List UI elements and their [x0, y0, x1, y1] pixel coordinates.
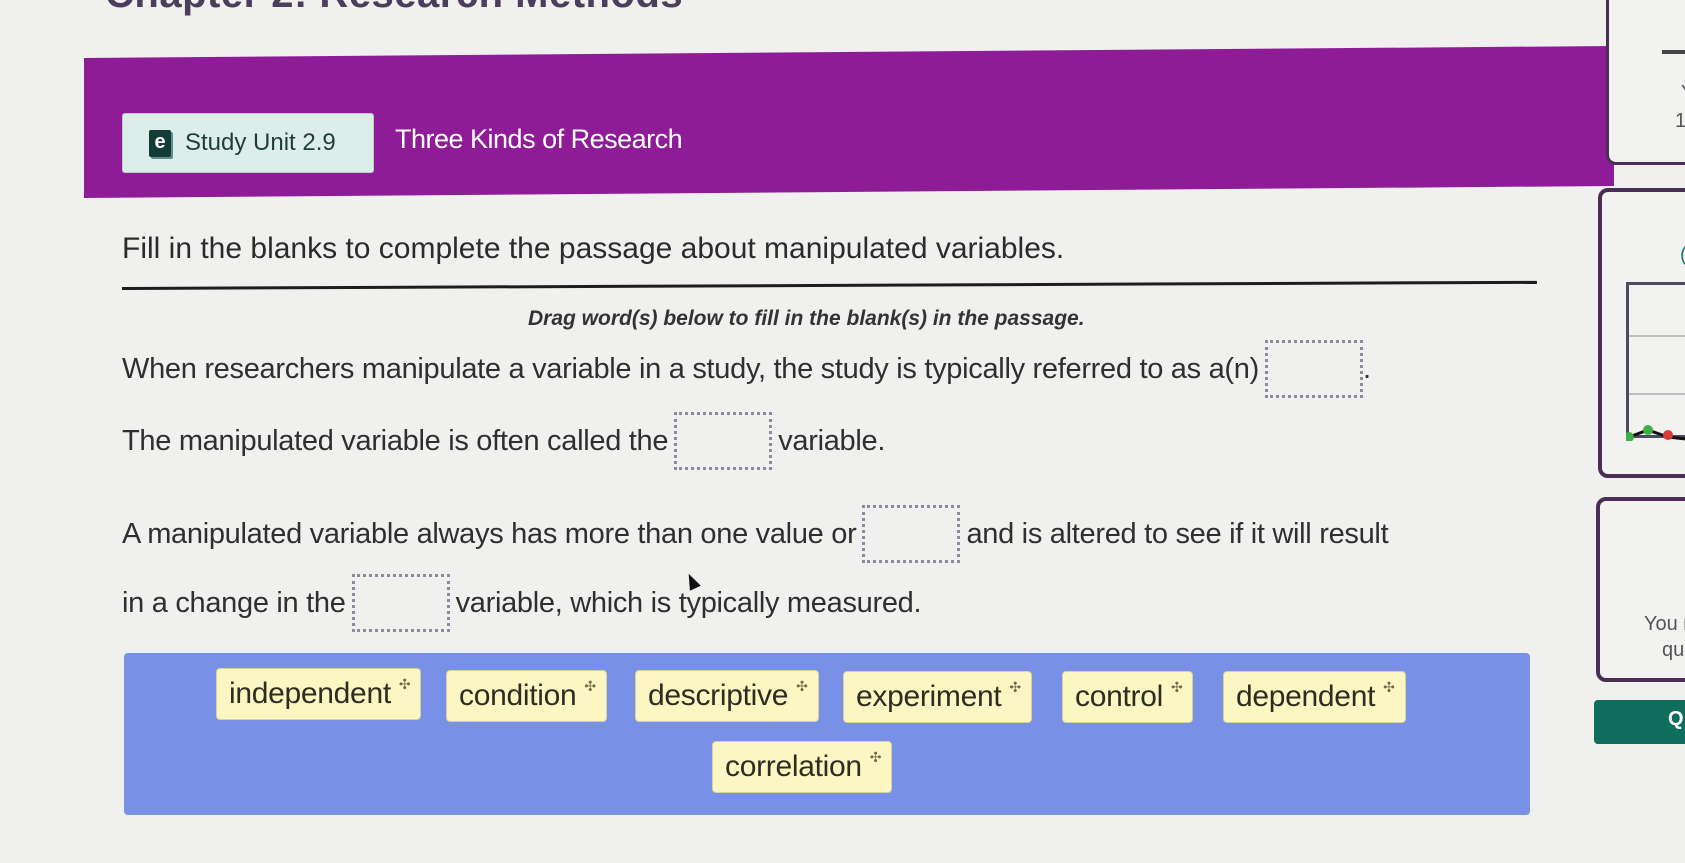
passage-text: . — [1362, 352, 1371, 385]
chip-label: dependent — [1236, 680, 1376, 713]
chapter-title: Chapter 2: Research Methods — [105, 0, 683, 17]
unit-title: Three Kinds of Research — [395, 124, 683, 154]
chart-point — [1626, 432, 1634, 441]
move-icon: ✣ — [584, 678, 596, 694]
sidebar-message-card: You r qu — [1596, 497, 1685, 682]
mini-progress-chart — [1626, 282, 1685, 441]
chip-label: independent — [229, 677, 391, 710]
page: Chapter 2: Research Methods e Study Unit… — [0, 0, 1685, 863]
chart-line — [1628, 428, 1685, 441]
blank-4-dropzone[interactable] — [351, 574, 450, 632]
passage-text: variable. — [778, 424, 886, 457]
passage-line-3: A manipulated variable always has more t… — [122, 505, 1389, 563]
passage-text: The manipulated variable is often called… — [122, 424, 669, 457]
chip-label: descriptive — [648, 679, 789, 712]
blank-3-dropzone[interactable] — [862, 505, 961, 563]
sidebar-top-card: Y 10 — [1606, 0, 1685, 165]
message-line-1: You r — [1644, 613, 1685, 635]
chip-label: experiment — [856, 680, 1002, 713]
word-chip-independent[interactable]: independent ✣ — [216, 668, 422, 720]
passage-text: A manipulated variable always has more t… — [122, 517, 857, 550]
ebook-icon: e — [149, 129, 171, 157]
sidebar-top-text: Y — [1681, 82, 1685, 105]
chip-label: correlation — [725, 750, 862, 783]
mini-chart-svg — [1626, 425, 1685, 441]
passage-text: When researchers manipulate a variable i… — [122, 352, 1259, 385]
chip-label: condition — [459, 679, 577, 712]
passage-line-2: The manipulated variable is often called… — [122, 412, 885, 470]
move-icon: ✣ — [1383, 679, 1395, 695]
sidebar-minimize-icon[interactable] — [1662, 50, 1685, 54]
word-chip-experiment[interactable]: experiment ✣ — [843, 671, 1032, 723]
study-unit-badge[interactable]: e Study Unit 2.9 — [122, 113, 374, 173]
move-icon: ✣ — [869, 749, 882, 765]
study-unit-label: Study Unit 2.9 — [185, 129, 336, 156]
move-icon: ✣ — [1009, 679, 1021, 695]
word-chip-descriptive[interactable]: descriptive ✣ — [635, 670, 819, 722]
word-chip-correlation[interactable]: correlation ✣ — [712, 741, 893, 793]
word-chip-control[interactable]: control ✣ — [1062, 671, 1194, 723]
passage-text: variable, which is typically measured. — [455, 586, 922, 619]
drag-instruction: Drag word(s) below to fill in the blank(… — [528, 307, 1085, 330]
blank-2-dropzone[interactable] — [674, 412, 773, 470]
passage-text: in a change in the — [122, 586, 346, 619]
word-chip-condition[interactable]: condition ✣ — [446, 670, 607, 722]
passage-line-4: in a change in the variable, which is ty… — [122, 574, 922, 632]
move-icon: ✣ — [1170, 679, 1183, 695]
question-heading: Fill in the blanks to complete the passa… — [122, 232, 1065, 265]
passage-text: and is altered to see if it will result — [966, 517, 1389, 550]
chart-point — [1643, 425, 1653, 435]
chip-label: control — [1075, 680, 1163, 713]
word-chip-dependent[interactable]: dependent ✣ — [1223, 671, 1406, 723]
move-icon: ✣ — [796, 678, 808, 694]
heading-divider — [121, 280, 1537, 290]
sidebar-action-button[interactable]: Q — [1594, 700, 1685, 744]
chart-point — [1663, 430, 1673, 440]
message-line-2: qu — [1662, 639, 1685, 661]
move-icon: ✣ — [398, 676, 411, 692]
chart-card-text: ( — [1680, 244, 1685, 267]
blank-1-dropzone[interactable] — [1264, 340, 1363, 398]
sidebar-top-number: 10 — [1675, 110, 1685, 132]
passage-line-1: When researchers manipulate a variable i… — [122, 340, 1371, 398]
